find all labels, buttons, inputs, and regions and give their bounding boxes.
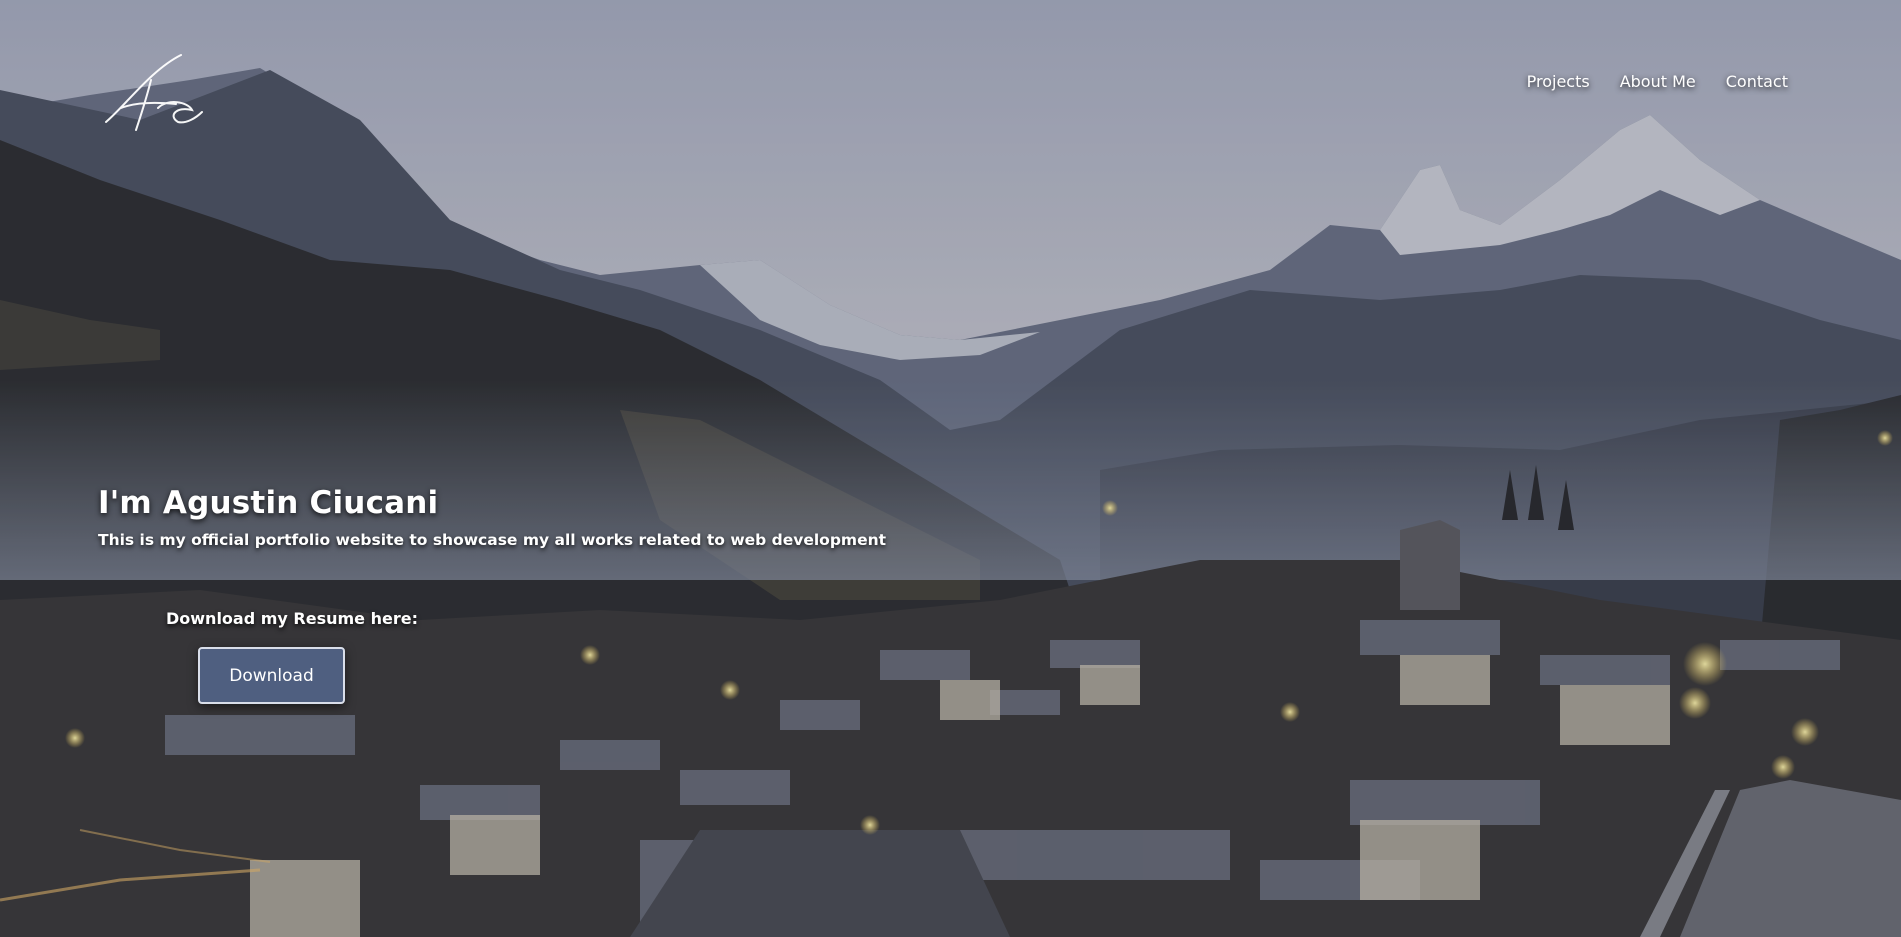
background-landscape-image [0,0,1901,937]
nav-link-contact[interactable]: Contact [1726,72,1788,91]
hero-subtitle: This is my official portfolio website to… [98,531,887,549]
hero-section: Projects About Me Contact I'm Agustin Ci… [0,0,1901,937]
signature-logo[interactable] [96,50,206,140]
hero-title: I'm Agustin Ciucani [98,485,439,521]
main-nav: Projects About Me Contact [1527,72,1788,91]
nav-link-about-me[interactable]: About Me [1620,72,1696,91]
intro-block: I'm Agustin Ciucani This is my official … [98,485,886,549]
resume-label: Download my Resume here: [166,609,418,628]
download-resume-button[interactable]: Download [198,647,345,704]
nav-link-projects[interactable]: Projects [1527,72,1590,91]
